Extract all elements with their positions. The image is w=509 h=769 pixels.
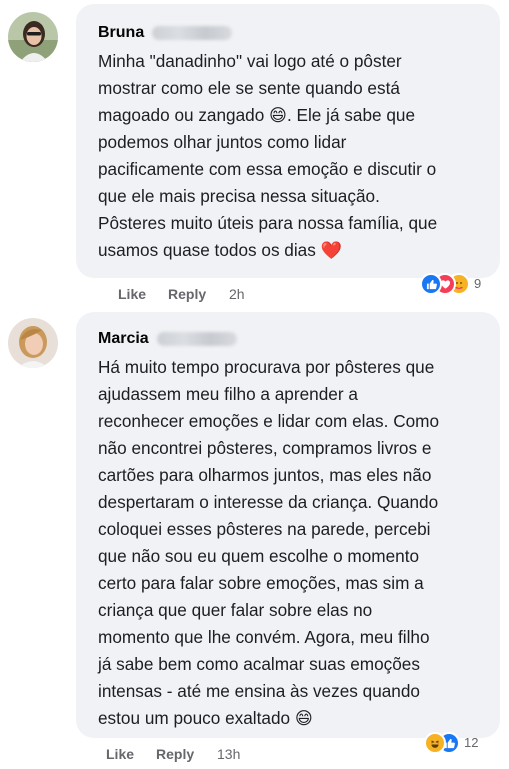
reply-button[interactable]: Reply (168, 286, 206, 302)
avatar[interactable] (8, 318, 58, 368)
comment-timestamp[interactable]: 2h (229, 286, 245, 302)
like-button[interactable]: Like (106, 746, 134, 762)
reaction-count: 12 (464, 735, 479, 750)
comment-author[interactable]: Marcia (98, 330, 237, 348)
blurred-surname (152, 25, 233, 40)
like-icon (420, 273, 442, 295)
reply-button[interactable]: Reply (156, 746, 194, 762)
comment-author[interactable]: Bruna (98, 24, 233, 42)
comment-timestamp[interactable]: 13h (217, 746, 240, 762)
comment-actions: Like Reply 2h (118, 286, 318, 304)
comment-text: Minha "danadinho" vai logo até o pôster … (98, 51, 438, 260)
blurred-surname (156, 331, 237, 346)
comment-text: Há muito tempo procurava por pôsteres qu… (98, 357, 440, 728)
reaction-summary[interactable]: 9 (420, 273, 490, 295)
avatar[interactable] (8, 12, 58, 62)
haha-icon (424, 732, 446, 754)
reaction-count: 9 (474, 276, 482, 291)
comment-actions: Like Reply 13h (106, 746, 306, 764)
like-button[interactable]: Like (118, 286, 146, 302)
reaction-summary[interactable]: 12 (424, 732, 494, 754)
